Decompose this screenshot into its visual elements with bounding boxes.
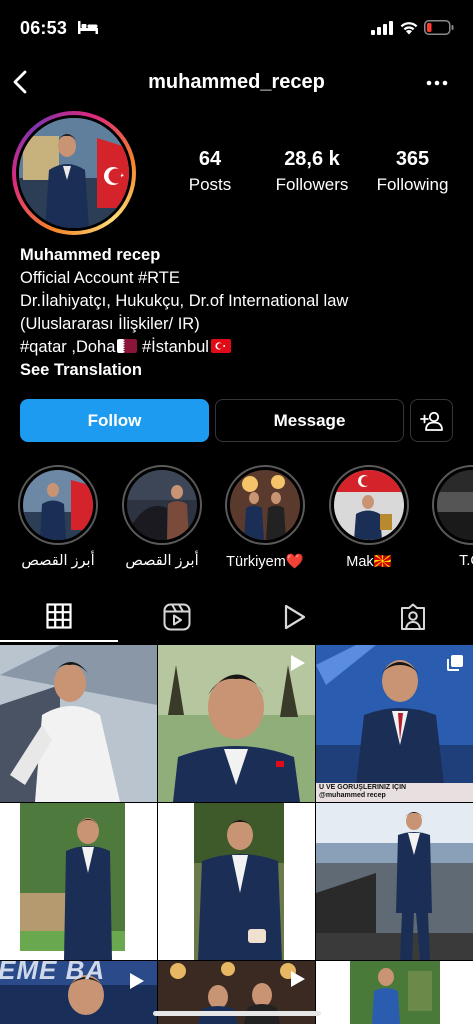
- highlight-label: أبرز القصص: [21, 553, 95, 569]
- add-user-icon: [419, 411, 443, 431]
- highlight-label: أبرز القصص: [125, 553, 199, 569]
- tagged-icon: [401, 603, 425, 630]
- qatar-flag-icon: [117, 339, 138, 353]
- play-icon: [284, 604, 306, 630]
- post-thumbnail[interactable]: [0, 803, 157, 960]
- profile-content-tabs: [0, 598, 473, 643]
- reel-play-icon: [130, 973, 144, 989]
- posts-label: Posts: [188, 175, 232, 194]
- follow-button[interactable]: Follow: [20, 399, 209, 442]
- message-button[interactable]: Message: [215, 399, 404, 442]
- highlight-item[interactable]: Türkiyem❤️: [225, 465, 305, 570]
- reel-play-icon: [291, 971, 305, 987]
- profile-avatar: [19, 118, 129, 228]
- bio-line: (Uluslararası İlişkiler/ IR): [20, 315, 200, 333]
- profile-stats: 64 Posts 28,6 k Followers 365 Following: [170, 148, 473, 198]
- tab-reels[interactable]: [118, 598, 236, 643]
- highlight-item[interactable]: أبرز القصص: [122, 465, 202, 569]
- highlight-item[interactable]: Mak🇲🇰: [329, 465, 409, 570]
- profile-bio: Muhammed recep Official Account #RTE Dr.…: [20, 244, 460, 382]
- status-bar: 06:53: [0, 0, 473, 56]
- reels-icon: [163, 603, 191, 631]
- home-indicator[interactable]: [153, 1011, 321, 1016]
- active-tab-indicator: [0, 640, 118, 642]
- posts-count: 64: [198, 148, 222, 170]
- caption-line: @muhammed recep: [319, 792, 386, 799]
- hashtag-qatar-doha[interactable]: #qatar ,Doha: [20, 338, 115, 356]
- posts-stat[interactable]: 64 Posts: [170, 148, 250, 195]
- see-translation-link[interactable]: See Translation: [20, 359, 460, 382]
- post-thumbnail[interactable]: [0, 645, 157, 802]
- highlight-item[interactable]: T.C.: [432, 465, 473, 569]
- post-thumbnail[interactable]: [158, 803, 315, 960]
- post-thumbnail[interactable]: U VE GÖRÜŞLERİNİZ İÇİN @muhammed recep: [316, 645, 473, 802]
- tab-posts-grid[interactable]: [0, 598, 118, 643]
- battery-low-icon: [424, 20, 454, 35]
- tab-videos[interactable]: [236, 598, 354, 643]
- profile-username: muhammed_recep: [148, 71, 325, 93]
- reel-play-icon: [291, 655, 305, 671]
- wifi-icon: [400, 22, 418, 35]
- grid-icon: [46, 603, 72, 629]
- hashtag-istanbul[interactable]: #İstanbul: [137, 338, 209, 356]
- turkey-flag-icon: [210, 339, 231, 353]
- highlight-cover: [437, 470, 473, 540]
- posts-grid: U VE GÖRÜŞLERİNİZ İÇİN @muhammed recep E…: [0, 645, 473, 1024]
- post-caption-overlay: U VE GÖRÜŞLERİNİZ İÇİN @muhammed recep: [316, 784, 473, 800]
- highlight-cover: [127, 470, 197, 540]
- cellular-signal-icon: [371, 21, 393, 35]
- followers-label: Followers: [275, 175, 349, 194]
- highlight-label: Türkiyem❤️: [226, 554, 304, 570]
- following-count: 365: [395, 148, 430, 170]
- highlight-label: Mak🇲🇰: [346, 554, 392, 570]
- bio-line: Official Account #RTE: [20, 269, 180, 287]
- caption-line: U VE GÖRÜŞLERİNİZ İÇİN: [319, 784, 407, 791]
- bio-locations: #qatar ,Doha #İstanbul: [20, 336, 460, 359]
- following-stat[interactable]: 365 Following: [370, 148, 455, 195]
- status-time: 06:53: [20, 18, 68, 38]
- highlight-label: T.C.: [459, 553, 473, 569]
- followers-count: 28,6 k: [284, 148, 340, 170]
- post-banner-text: EME BA: [0, 961, 106, 985]
- post-thumbnail[interactable]: [316, 803, 473, 960]
- multiple-photos-icon: [447, 655, 463, 671]
- suggested-users-button[interactable]: [410, 399, 453, 442]
- profile-display-name: Muhammed recep: [20, 246, 161, 264]
- profile-nav-bar: muhammed_recep: [0, 60, 473, 106]
- profile-avatar-story-ring[interactable]: [12, 111, 136, 235]
- story-highlights: أبرز القصص أبرز القصص Türkiyem❤️ Mak🇲🇰 T…: [0, 465, 473, 575]
- highlight-cover: [230, 470, 300, 540]
- highlight-item[interactable]: أبرز القصص: [18, 465, 98, 569]
- followers-stat[interactable]: 28,6 k Followers: [262, 148, 362, 195]
- post-thumbnail[interactable]: [158, 645, 315, 802]
- highlight-cover: [334, 470, 404, 540]
- highlight-cover: [23, 470, 93, 540]
- following-label: Following: [376, 175, 449, 194]
- post-thumbnail[interactable]: [316, 961, 473, 1024]
- bio-line: Dr.İlahiyatçı, Hukukçu, Dr.of Internatio…: [20, 292, 349, 310]
- post-thumbnail[interactable]: EME BA: [0, 961, 157, 1024]
- tab-tagged[interactable]: [354, 598, 472, 643]
- sleep-bed-icon: [78, 21, 98, 34]
- more-options-icon[interactable]: [424, 72, 450, 94]
